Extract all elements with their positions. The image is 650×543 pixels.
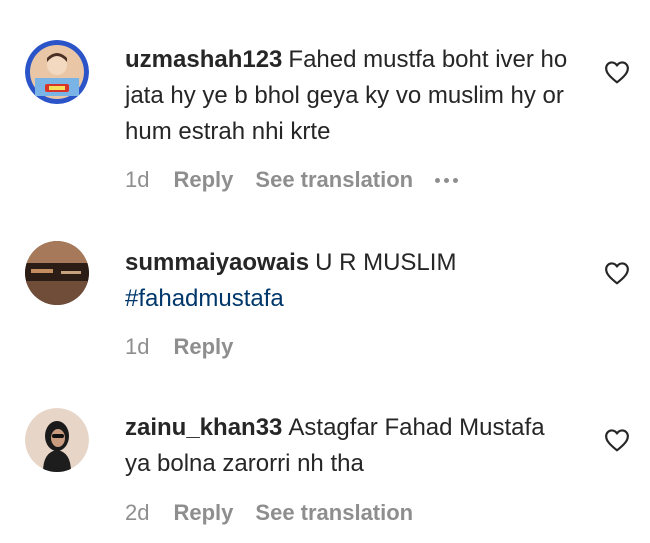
comment-age: 1d <box>125 334 150 359</box>
comment-text-block: uzmashah123 Fahed mustfa boht iver ho jat… <box>125 42 575 150</box>
comment-username[interactable]: uzmashah123 <box>125 46 282 73</box>
comment-text: U R MUSLIM <box>315 249 457 276</box>
heart-outline-icon[interactable] <box>604 428 630 452</box>
comment-actions: 1d Reply See translation <box>125 166 459 194</box>
comment-age: 2d <box>125 500 150 525</box>
heart-outline-icon[interactable] <box>604 261 630 285</box>
avatar[interactable] <box>25 241 89 305</box>
avatar[interactable] <box>25 408 89 472</box>
more-options-icon[interactable] <box>435 177 459 183</box>
see-translation-button[interactable]: See translation <box>255 167 413 193</box>
comment-actions: 1d Reply <box>125 333 255 361</box>
hashtag-link[interactable]: #fahadmustafa <box>125 285 284 312</box>
comment-username[interactable]: zainu_khan33 <box>125 414 282 441</box>
profile-photo-icon <box>25 241 89 305</box>
profile-photo-icon <box>25 40 89 104</box>
comment-username[interactable]: summaiyaowais <box>125 249 309 276</box>
comment-age: 1d <box>125 167 150 192</box>
comment-text-block: zainu_khan33 Astagfar Fahad Mustafa ya bo… <box>125 410 575 482</box>
reply-button[interactable]: Reply <box>173 167 233 193</box>
see-translation-button[interactable]: See translation <box>255 500 413 526</box>
avatar[interactable] <box>25 40 89 104</box>
heart-outline-icon[interactable] <box>604 60 630 84</box>
profile-photo-icon <box>25 408 89 472</box>
comment-text-block: summaiyaowais U R MUSLIM #fahadmustafa <box>125 245 575 317</box>
reply-button[interactable]: Reply <box>173 334 233 360</box>
comment-actions: 2d Reply See translation <box>125 499 435 527</box>
reply-button[interactable]: Reply <box>173 500 233 526</box>
